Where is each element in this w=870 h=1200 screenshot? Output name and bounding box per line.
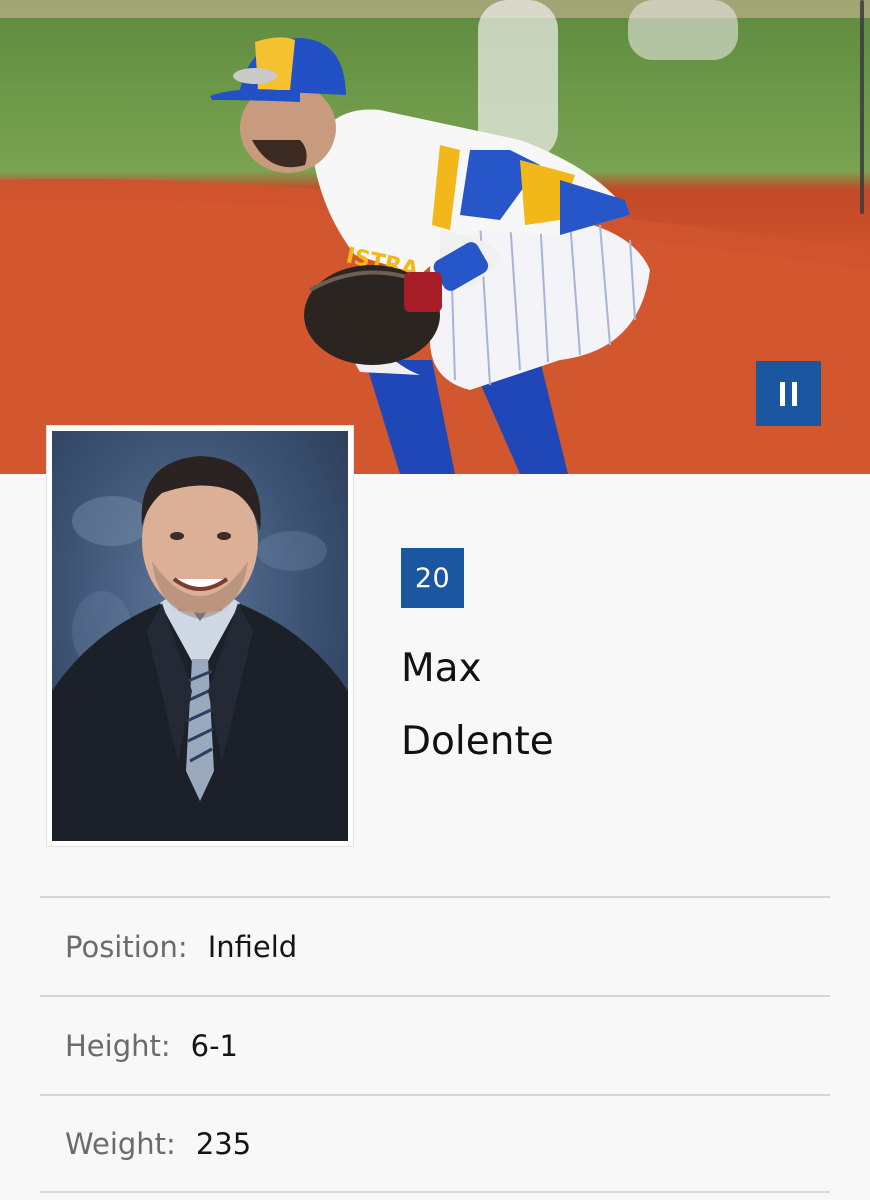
- player-last-name: Dolente: [401, 719, 554, 764]
- pause-button[interactable]: [756, 361, 821, 426]
- detail-label: Position:: [65, 929, 188, 964]
- detail-label: Weight:: [65, 1126, 176, 1161]
- hero-illustration: ISTRA: [0, 0, 870, 474]
- detail-row-weight: Weight: 235: [40, 1094, 830, 1193]
- detail-label: Height:: [65, 1028, 171, 1063]
- detail-row-height: Height: 6-1: [40, 995, 830, 1094]
- detail-value: 6-1: [190, 1028, 239, 1063]
- hero-banner-photo: ISTRA: [0, 0, 870, 474]
- detail-row-position: Position: Infield: [40, 896, 830, 995]
- player-name: Max Dolente: [401, 632, 554, 778]
- player-details: Position: Infield Height: 6-1 Weight: 23…: [40, 896, 830, 1193]
- headshot-image: [52, 431, 348, 841]
- detail-value: 235: [195, 1126, 252, 1161]
- player-first-name: Max: [401, 646, 482, 691]
- jersey-number-badge: 20: [401, 548, 464, 608]
- detail-value: Infield: [207, 929, 298, 964]
- player-headshot: [47, 426, 353, 846]
- pause-icon: [780, 381, 797, 406]
- scrollbar-thumb[interactable]: [860, 0, 864, 214]
